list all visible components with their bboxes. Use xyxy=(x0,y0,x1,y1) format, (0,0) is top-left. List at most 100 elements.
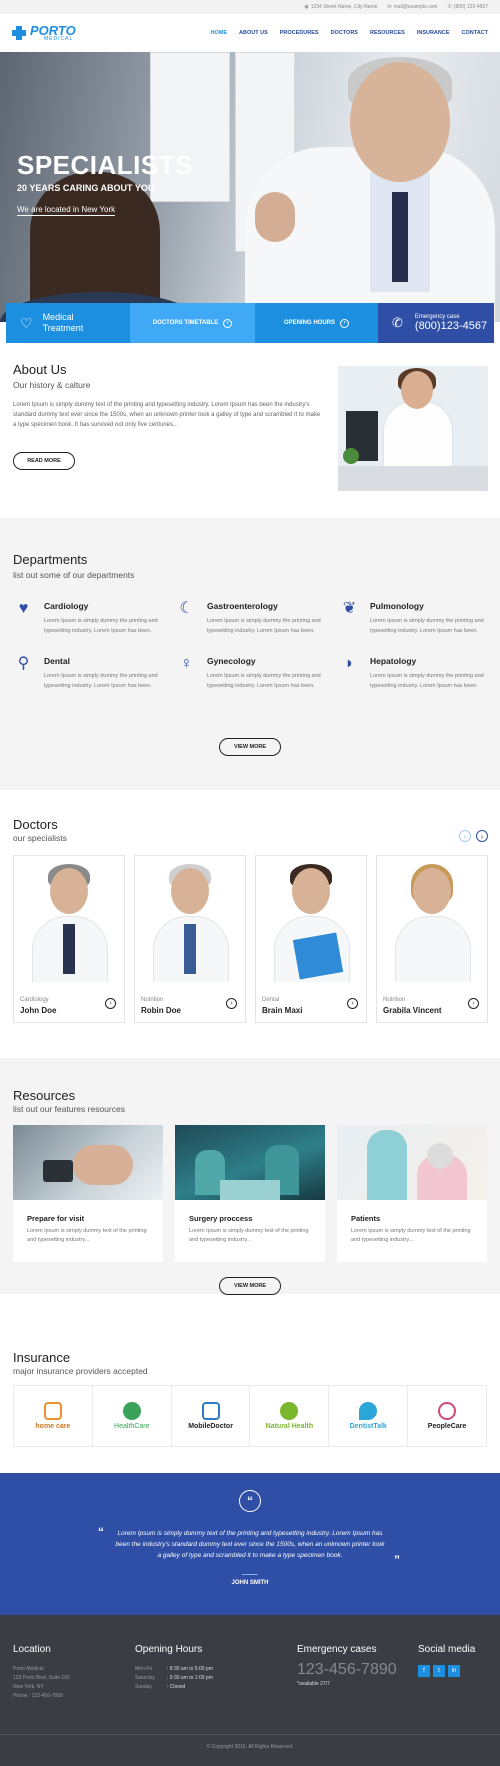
testimonial-section: “ “ Lorem Ipsum is simply dummy text of … xyxy=(0,1473,500,1615)
emergency-phone: (800)123-4567 xyxy=(414,320,488,332)
site-header: PORTO MEDICAL HOME ABOUT US PROCEDURES D… xyxy=(0,14,500,52)
resource-card[interactable]: Surgery proccess Lorem Ipsum is simply d… xyxy=(175,1125,325,1262)
footer-divider xyxy=(0,1734,500,1735)
read-more-button[interactable]: READ MORE xyxy=(13,452,75,470)
carousel-prev-icon[interactable]: ‹ xyxy=(459,830,471,842)
nav-resources[interactable]: RESOURCES xyxy=(370,30,405,36)
doctor-specialty: Nutrition xyxy=(141,997,164,1003)
doctors-timetable-button[interactable]: DOCTORS TIMETABLE › xyxy=(130,303,255,343)
linkedin-icon[interactable]: in xyxy=(448,1665,460,1677)
doctor-name: Grabila Vincent xyxy=(383,1006,442,1015)
doctor-photo xyxy=(135,856,245,982)
phone-icon: ✆ xyxy=(392,315,403,330)
doctor-head xyxy=(401,371,433,409)
nav-doctors[interactable]: DOCTORS xyxy=(331,30,358,36)
stomach-icon: ☾ xyxy=(179,600,194,617)
main-nav: HOME ABOUT US PROCEDURES DOCTORS RESOURC… xyxy=(211,30,488,36)
doctor-card[interactable]: Dental Brain Maxi › xyxy=(255,855,367,1023)
doctor-name: John Doe xyxy=(20,1006,57,1015)
hero-subtitle: 20 YEARS CARING ABOUT YOU. xyxy=(17,183,157,193)
department-dental[interactable]: ⚲ Dental Lorem Ipsum is simply dummy the … xyxy=(13,653,176,691)
provider-mobiledoctor[interactable]: MobileDoctor xyxy=(172,1386,251,1446)
doctors-carousel-nav: ‹ › xyxy=(459,830,488,842)
resource-title: Patients xyxy=(351,1214,381,1223)
provider-dentisttalk[interactable]: DentistTalk xyxy=(329,1386,409,1446)
doctor-card[interactable]: Nutrition Robin Doe › xyxy=(134,855,246,1023)
insurance-header: Insurance major insurance providers acce… xyxy=(13,1350,148,1376)
emergency-box[interactable]: ✆ Emergency case (800)123-4567 xyxy=(378,303,494,343)
doctor-photo xyxy=(377,856,487,982)
doctor-hand xyxy=(255,192,295,242)
doctors-subtitle: our specialists xyxy=(13,833,67,843)
insurance-subtitle: major insurance providers accepted xyxy=(13,1366,148,1376)
heart-icon: ♥ xyxy=(18,600,29,617)
doctor-specialty: Dental xyxy=(262,997,280,1003)
resources-title: Resources xyxy=(13,1088,76,1103)
arrow-right-icon[interactable]: › xyxy=(347,998,358,1009)
email-item[interactable]: ✉ mail@example.com xyxy=(387,4,437,10)
uterus-icon: ♀ xyxy=(180,655,193,672)
folder-decoration xyxy=(292,932,344,980)
nav-about-us[interactable]: ABOUT US xyxy=(239,30,268,36)
arrow-right-icon[interactable]: › xyxy=(105,998,116,1009)
footer-emergency: Emergency cases 123-456-7890 *available … xyxy=(297,1644,397,1687)
nav-procedures[interactable]: PROCEDURES xyxy=(280,30,319,36)
department-gynecology[interactable]: ♀ Gynecology Lorem Ipsum is simply dummy … xyxy=(176,653,339,691)
department-cardiology[interactable]: ♥ Cardiology Lorem Ipsum is simply dummy … xyxy=(13,598,176,636)
resources-header: Resources list out our features resource… xyxy=(13,1088,125,1114)
info-strip: ♡ Medical Treatment DOCTORS TIMETABLE › … xyxy=(6,303,494,343)
departments-header: Departments list out some of our departm… xyxy=(13,552,487,580)
medical-cross-icon xyxy=(12,26,26,40)
address-item: ◉ 1234 Street Name, City Name xyxy=(304,4,378,10)
desk-decoration xyxy=(338,466,488,491)
resource-title: Prepare for visit xyxy=(27,1214,85,1223)
resource-desc: Lorem Ipsum is simply dummy text of the … xyxy=(27,1228,147,1243)
doctor-card[interactable]: Nutrition Grabila Vincent › xyxy=(376,855,488,1023)
resources-view-more-button[interactable]: VIEW MORE xyxy=(219,1277,281,1295)
arrow-right-icon[interactable]: › xyxy=(226,998,237,1009)
hours-row: Sunday: Closed xyxy=(135,1684,186,1690)
hero-location-link[interactable]: We are located in New York xyxy=(17,205,116,216)
heart-hand-icon: ♡ xyxy=(20,314,33,331)
opening-hours-button[interactable]: OPENING HOURS › xyxy=(255,303,378,343)
department-hepatology[interactable]: ◗ Hepatology Lorem Ipsum is simply dummy … xyxy=(339,653,487,691)
lungs-icon: ❦ xyxy=(342,600,357,617)
doctors-header: Doctors our specialists xyxy=(13,817,67,843)
phone-item[interactable]: ✆ (800) 123-4567 xyxy=(448,4,488,10)
department-gastroenterology[interactable]: ☾ Gastroenterology Lorem Ipsum is simply … xyxy=(176,598,339,636)
mobile-icon xyxy=(201,1402,220,1420)
testimonial-text: Lorem Ipsum is simply dummy text of the … xyxy=(115,1530,385,1559)
facebook-icon[interactable]: f xyxy=(418,1665,430,1677)
resource-image xyxy=(337,1125,487,1200)
doctor-card[interactable]: Cardiology John Doe › xyxy=(13,855,125,1023)
carousel-next-icon[interactable]: › xyxy=(476,830,488,842)
copyright: © Copyright 2016. All Rights Reserved. xyxy=(206,1744,294,1750)
resources-list: Prepare for visit Lorem Ipsum is simply … xyxy=(13,1125,487,1262)
arrow-right-icon[interactable]: › xyxy=(468,998,479,1009)
hero-title: SPECIALISTS xyxy=(17,150,193,180)
provider-healthcare[interactable]: HealthCare xyxy=(93,1386,172,1446)
testimonial-author: JOHN SMITH xyxy=(231,1580,269,1586)
provider-peoplecare[interactable]: PeopleCare xyxy=(408,1386,486,1446)
footer-emergency-phone[interactable]: 123-456-7890 xyxy=(297,1661,397,1679)
nav-home[interactable]: HOME xyxy=(211,30,228,36)
resource-card[interactable]: Prepare for visit Lorem Ipsum is simply … xyxy=(13,1125,163,1262)
doctors-list: Cardiology John Doe › Nutrition Robin Do… xyxy=(13,855,488,1023)
logo[interactable]: PORTO MEDICAL xyxy=(12,24,76,42)
resource-image xyxy=(13,1125,163,1200)
resource-image xyxy=(175,1125,325,1200)
quote-icon: “ xyxy=(239,1490,261,1512)
provider-natural-health[interactable]: Natural Health xyxy=(250,1386,330,1446)
resource-desc: Lorem Ipsum is simply dummy text of the … xyxy=(351,1228,471,1243)
medical-treatment-box[interactable]: ♡ Medical Treatment xyxy=(6,303,130,343)
departments-view-more-button[interactable]: VIEW MORE xyxy=(219,738,281,756)
provider-home-care[interactable]: home care xyxy=(14,1386,93,1446)
nav-insurance[interactable]: INSURANCE xyxy=(417,30,450,36)
hero-banner: SPECIALISTS 20 YEARS CARING ABOUT YOU. W… xyxy=(0,52,500,322)
department-pulmonology[interactable]: ❦ Pulmonology Lorem Ipsum is simply dummy… xyxy=(339,598,487,636)
doctor-name: Robin Doe xyxy=(141,1006,181,1015)
footer-social: Social media f t in xyxy=(418,1644,475,1677)
twitter-icon[interactable]: t xyxy=(433,1665,445,1677)
nav-contact[interactable]: CONTACT xyxy=(462,30,488,36)
resource-card[interactable]: Patients Lorem Ipsum is simply dummy tex… xyxy=(337,1125,487,1262)
